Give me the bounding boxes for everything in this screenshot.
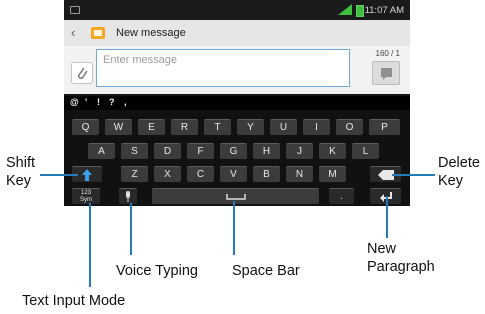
symbol-key[interactable]: ' bbox=[85, 97, 87, 107]
status-bar: 11:07 AM bbox=[64, 0, 410, 20]
key-u[interactable]: U bbox=[270, 119, 297, 135]
callout-new-paragraph: New Paragraph bbox=[367, 241, 435, 275]
key-o[interactable]: O bbox=[336, 119, 363, 135]
key-n[interactable]: N bbox=[286, 166, 313, 182]
key-y[interactable]: Y bbox=[237, 119, 264, 135]
battery-icon bbox=[356, 5, 364, 17]
phone-screen: 11:07 AM ‹ New message Enter message 160… bbox=[64, 0, 410, 206]
composer: Enter message 160 / 1 bbox=[64, 46, 410, 94]
voice-typing-key[interactable] bbox=[119, 188, 137, 204]
space-bar[interactable] bbox=[152, 188, 319, 204]
symbol-key[interactable]: ? bbox=[109, 97, 115, 107]
key-b[interactable]: B bbox=[253, 166, 280, 182]
callout-text-input-mode: Text Input Mode bbox=[22, 293, 126, 309]
symbol-row: @ ' ! ? , bbox=[64, 96, 410, 110]
key-v[interactable]: V bbox=[220, 166, 247, 182]
key-t[interactable]: T bbox=[204, 119, 231, 135]
symbol-key[interactable]: , bbox=[124, 97, 127, 107]
page-title: New message bbox=[116, 27, 186, 39]
callout-line-delete bbox=[392, 174, 435, 176]
messaging-app-icon bbox=[91, 27, 105, 39]
attach-button[interactable] bbox=[71, 62, 93, 84]
microphone-icon bbox=[126, 191, 130, 202]
key-k[interactable]: K bbox=[319, 143, 346, 159]
back-arrow-icon[interactable]: ‹ bbox=[71, 25, 75, 40]
send-icon bbox=[381, 68, 392, 80]
key-m[interactable]: M bbox=[319, 166, 346, 182]
period-key[interactable]: . bbox=[329, 188, 354, 204]
key-z[interactable]: Z bbox=[121, 166, 148, 182]
key-i[interactable]: I bbox=[303, 119, 330, 135]
key-s[interactable]: S bbox=[121, 143, 148, 159]
symbol-key[interactable]: @ bbox=[70, 97, 79, 107]
shift-arrow-icon bbox=[82, 169, 92, 181]
key-e[interactable]: E bbox=[138, 119, 165, 135]
send-button[interactable] bbox=[372, 61, 400, 85]
callout-line-new-paragraph bbox=[386, 196, 388, 238]
notification-icon bbox=[70, 6, 80, 14]
key-g[interactable]: G bbox=[220, 143, 247, 159]
space-icon bbox=[225, 194, 246, 200]
key-p[interactable]: P bbox=[369, 119, 400, 135]
key-q[interactable]: Q bbox=[72, 119, 99, 135]
key-l[interactable]: L bbox=[352, 143, 379, 159]
key-d[interactable]: D bbox=[154, 143, 181, 159]
key-j[interactable]: J bbox=[286, 143, 313, 159]
key-a[interactable]: A bbox=[88, 143, 115, 159]
callout-line-shift bbox=[40, 174, 78, 176]
callout-delete-key: Delete Key bbox=[438, 155, 480, 189]
key-f[interactable]: F bbox=[187, 143, 214, 159]
character-counter: 160 / 1 bbox=[375, 49, 400, 58]
key-c[interactable]: C bbox=[187, 166, 214, 182]
key-x[interactable]: X bbox=[154, 166, 181, 182]
key-r[interactable]: R bbox=[171, 119, 198, 135]
message-input[interactable]: Enter message bbox=[96, 49, 350, 87]
callout-line-space-bar bbox=[233, 201, 235, 255]
signal-icon bbox=[338, 4, 352, 15]
text-input-mode-label: 123 Sym bbox=[80, 190, 92, 203]
keyboard: @ ' ! ? , Q W E R T Y U I O P A S D F G … bbox=[64, 96, 410, 206]
symbol-key[interactable]: ! bbox=[97, 97, 100, 107]
callout-space-bar: Space Bar bbox=[232, 263, 300, 279]
paperclip-icon bbox=[77, 67, 88, 80]
callout-voice-typing: Voice Typing bbox=[116, 263, 198, 279]
callout-shift-key: Shift Key bbox=[6, 155, 36, 189]
key-w[interactable]: W bbox=[105, 119, 132, 135]
status-time: 11:07 AM bbox=[364, 5, 404, 16]
text-input-mode-key[interactable]: 123 Sym bbox=[72, 188, 100, 204]
key-h[interactable]: H bbox=[253, 143, 280, 159]
title-bar: ‹ New message bbox=[64, 20, 410, 47]
callout-line-voice-typing bbox=[130, 203, 132, 255]
callout-line-text-input-mode bbox=[89, 203, 91, 287]
